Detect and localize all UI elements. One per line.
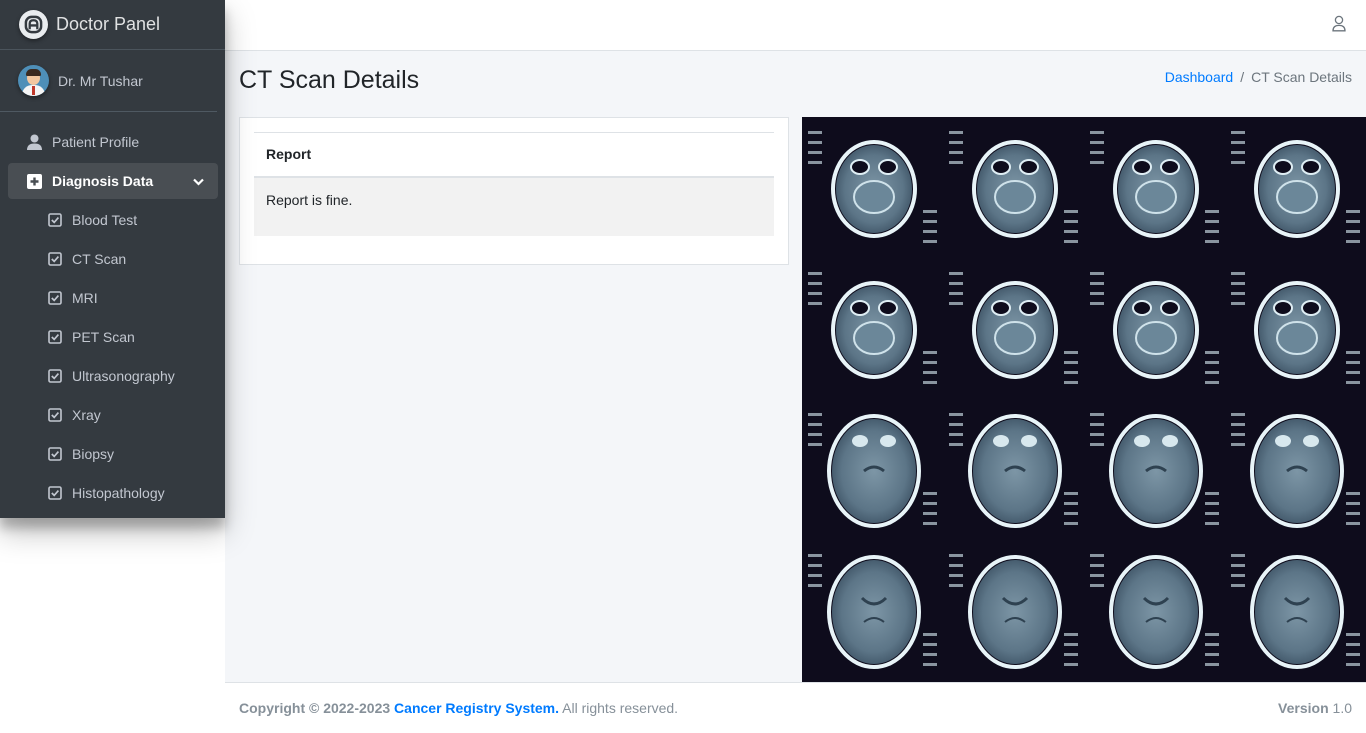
rights-text: All rights reserved.	[562, 700, 679, 716]
sidebar-subitem-histopathology[interactable]: Histopathology	[8, 475, 218, 511]
breadcrumb-dashboard-link[interactable]: Dashboard	[1165, 69, 1234, 85]
plus-square-icon	[24, 173, 44, 189]
sidebar-subitem-label: CT Scan	[72, 251, 127, 267]
check-square-icon	[47, 213, 63, 227]
report-text: Report is fine.	[254, 177, 774, 236]
report-card: Report Report is fine.	[239, 117, 789, 265]
ct-slice	[808, 554, 937, 669]
user-name: Dr. Mr Tushar	[58, 72, 143, 89]
sidebar-subitem-blood-test[interactable]: Blood Test	[8, 202, 218, 238]
sidebar-nav: Patient Profile Diagnosis Data Blood Tes…	[0, 112, 225, 511]
ct-slice	[1090, 272, 1219, 384]
sidebar-subitem-label: MRI	[72, 290, 98, 306]
top-navbar	[225, 0, 1366, 51]
copyright-prefix: Copyright © 2022-2023	[239, 700, 391, 716]
breadcrumb-current: CT Scan Details	[1251, 69, 1352, 85]
sidebar-subitem-label: Blood Test	[72, 212, 138, 228]
sidebar-subitem-label: Histopathology	[72, 485, 165, 501]
copyright: Copyright © 2022-2023 Cancer Registry Sy…	[239, 700, 678, 716]
sidebar-subitem-mri[interactable]: MRI	[8, 280, 218, 316]
sidebar-item-patient-profile[interactable]: Patient Profile	[8, 124, 218, 160]
main-content: CT Scan Details Dashboard / CT Scan Detail…	[225, 51, 1366, 682]
sidebar-subitem-ultrasonography[interactable]: Ultrasonography	[8, 358, 218, 394]
user-menu-icon[interactable]	[1332, 15, 1346, 35]
report-table: Report Report is fine.	[254, 132, 774, 236]
version-info: Version 1.0	[1278, 700, 1352, 716]
ct-slice	[1231, 272, 1360, 384]
user-icon	[24, 134, 44, 150]
check-square-icon	[47, 330, 63, 344]
check-square-icon	[47, 252, 63, 266]
sidebar-subitem-xray[interactable]: Xray	[8, 397, 218, 433]
breadcrumb-separator: /	[1240, 69, 1245, 85]
footer: Copyright © 2022-2023 Cancer Registry Sy…	[225, 682, 1366, 733]
check-square-icon	[47, 447, 63, 461]
check-square-icon	[47, 291, 63, 305]
sidebar-subitem-label: Xray	[72, 407, 101, 423]
ct-slice	[808, 131, 937, 243]
sidebar-subitem-biopsy[interactable]: Biopsy	[8, 436, 218, 472]
version-label: Version	[1278, 700, 1329, 716]
check-square-icon	[47, 486, 63, 500]
ct-slice	[949, 272, 1078, 384]
ct-slice	[1231, 554, 1360, 669]
ct-slice	[949, 413, 1078, 528]
ct-slice	[1090, 554, 1219, 669]
report-header: Report	[254, 132, 774, 178]
ct-slice	[1090, 413, 1219, 528]
check-square-icon	[47, 369, 63, 383]
ct-scan-image	[802, 117, 1366, 682]
sidebar-subitem-pet-scan[interactable]: PET Scan	[8, 319, 218, 355]
version-number: 1.0	[1332, 700, 1352, 716]
user-panel[interactable]: Dr. Mr Tushar	[0, 50, 217, 112]
sidebar-subitem-ct-scan[interactable]: CT Scan	[8, 241, 218, 277]
ct-slice	[949, 554, 1078, 669]
brand-link[interactable]: Doctor Panel	[0, 0, 225, 50]
ct-slice	[808, 272, 937, 384]
breadcrumb: Dashboard / CT Scan Details	[1165, 69, 1352, 85]
a-logo-icon	[19, 10, 48, 39]
check-square-icon	[47, 408, 63, 422]
ct-slice	[1090, 131, 1219, 243]
avatar	[18, 65, 49, 96]
sidebar-subitem-label: Biopsy	[72, 446, 115, 462]
chevron-down-icon	[193, 173, 204, 189]
sidebar-item-diagnosis-data[interactable]: Diagnosis Data	[8, 163, 218, 199]
org-link[interactable]: Cancer Registry System.	[394, 700, 559, 716]
page-title: CT Scan Details	[239, 66, 420, 94]
ct-slice	[1231, 413, 1360, 528]
table-row: Report is fine.	[254, 177, 774, 236]
ct-slice	[808, 413, 937, 528]
ct-slice	[949, 131, 1078, 243]
sidebar-subitem-label: PET Scan	[72, 329, 135, 345]
sidebar-item-label: Diagnosis Data	[52, 173, 154, 189]
sidebar-subitem-label: Ultrasonography	[72, 368, 175, 384]
sidebar-item-label: Patient Profile	[52, 134, 140, 150]
brand-title: Doctor Panel	[56, 14, 161, 34]
ct-slice	[1231, 131, 1360, 243]
sidebar: Doctor Panel Dr. Mr Tushar Patient Profi…	[0, 0, 225, 518]
